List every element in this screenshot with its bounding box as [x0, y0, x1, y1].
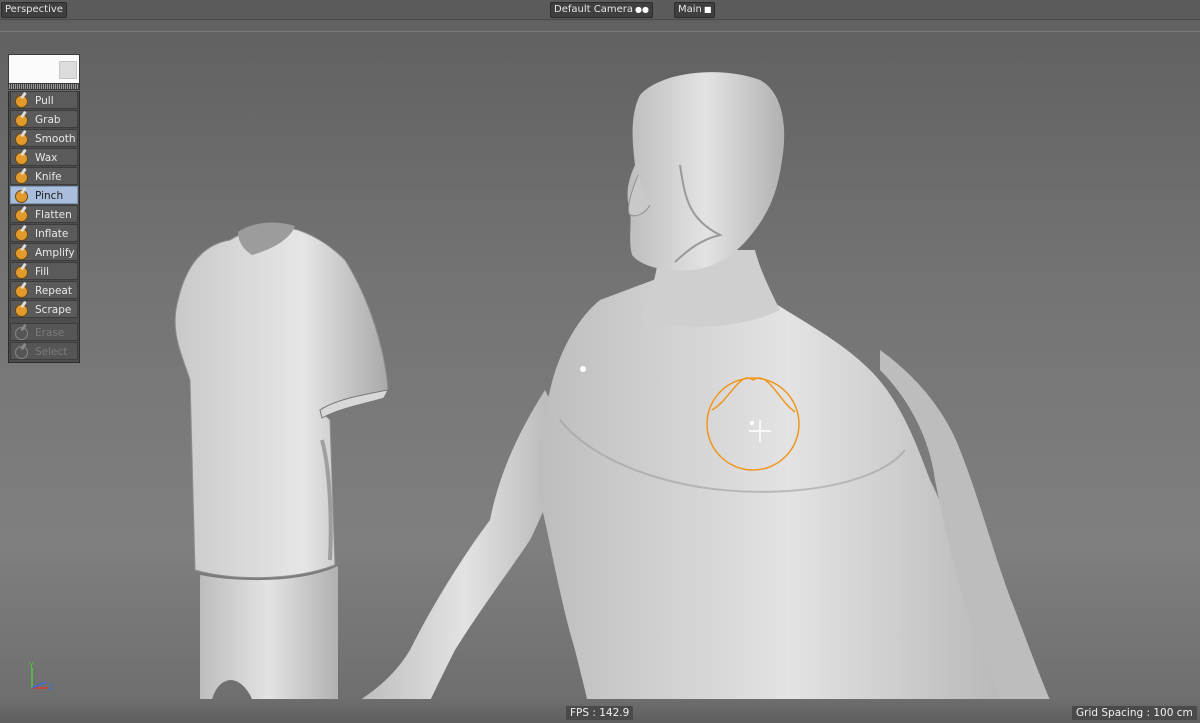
tool-scrape[interactable]: Scrape	[10, 300, 78, 318]
amplify-brush-icon	[15, 247, 28, 260]
tool-label: Flatten	[35, 209, 72, 221]
pinch-brush-icon	[15, 190, 28, 203]
lock-icon: ■	[703, 5, 712, 14]
palette-drag-handle[interactable]	[8, 84, 80, 90]
main-menu-button[interactable]: Main ■	[674, 2, 716, 18]
knife-brush-icon	[15, 171, 28, 184]
viewport-menubar: Perspective Default Camera ●● Main ■	[0, 0, 1200, 20]
tool-select[interactable]: Select	[10, 342, 78, 360]
axis-gizmo: Y Z	[28, 661, 54, 692]
shirt-mesh	[174, 222, 389, 723]
tool-label: Select	[35, 346, 68, 358]
tool-amplify[interactable]: Amplify	[10, 243, 78, 261]
tool-label: Grab	[35, 114, 61, 126]
select-brush-icon	[15, 346, 28, 359]
view-menu-button[interactable]: Perspective	[1, 2, 67, 18]
view-label: Perspective	[5, 4, 63, 15]
erase-brush-icon	[15, 327, 28, 340]
tool-label: Knife	[35, 171, 62, 183]
repeat-brush-icon	[15, 285, 28, 298]
tool-flatten[interactable]: Flatten	[10, 205, 78, 223]
human-mesh	[360, 72, 1060, 723]
tool-knife[interactable]: Knife	[10, 167, 78, 185]
viewport-scene[interactable]	[0, 0, 1200, 723]
wax-brush-icon	[15, 152, 28, 165]
tool-label: Repeat	[35, 285, 72, 297]
tool-label: Scrape	[35, 304, 72, 316]
grab-brush-icon	[15, 114, 28, 127]
camera-menu-button[interactable]: Default Camera ●●	[550, 2, 653, 18]
tool-inflate[interactable]: Inflate	[10, 224, 78, 242]
tool-label: Smooth	[35, 133, 76, 145]
fps-readout: FPS : 142.9	[566, 706, 634, 720]
axis-z-label: Z	[48, 683, 54, 692]
tool-label: Wax	[35, 152, 58, 164]
tool-label: Amplify	[35, 247, 75, 259]
tool-grab[interactable]: Grab	[10, 110, 78, 128]
tool-label: Fill	[35, 266, 50, 278]
smooth-brush-icon	[15, 133, 28, 146]
inflate-brush-icon	[15, 228, 28, 241]
tool-wax[interactable]: Wax	[10, 148, 78, 166]
pull-brush-icon	[15, 95, 28, 108]
tool-pull[interactable]: Pull	[10, 91, 78, 109]
tool-repeat[interactable]: Repeat	[10, 281, 78, 299]
palette-close-button[interactable]	[59, 61, 77, 79]
tool-label: Inflate	[35, 228, 69, 240]
tool-label: Erase	[35, 327, 65, 339]
grid-spacing-readout: Grid Spacing : 100 cm	[1072, 706, 1197, 720]
tool-label: Pinch	[35, 190, 64, 202]
camera-icon: ●●	[634, 5, 649, 14]
sculpt-palette: Pull Grab Smooth Wax Knife Pinch Flatten…	[8, 54, 80, 363]
tool-smooth[interactable]: Smooth	[10, 129, 78, 147]
horizon-line	[0, 31, 1200, 32]
tool-pinch[interactable]: Pinch	[10, 186, 78, 204]
palette-header[interactable]	[8, 54, 80, 84]
tool-fill[interactable]: Fill	[10, 262, 78, 280]
tool-list: Pull Grab Smooth Wax Knife Pinch Flatten…	[8, 91, 80, 363]
flatten-brush-icon	[15, 209, 28, 222]
axis-y-label: Y	[28, 661, 34, 670]
main-label: Main	[678, 4, 702, 15]
fill-brush-icon	[15, 266, 28, 279]
tool-label: Pull	[35, 95, 54, 107]
camera-label: Default Camera	[554, 4, 633, 15]
tool-erase[interactable]: Erase	[10, 323, 78, 341]
scrape-brush-icon	[15, 304, 28, 317]
